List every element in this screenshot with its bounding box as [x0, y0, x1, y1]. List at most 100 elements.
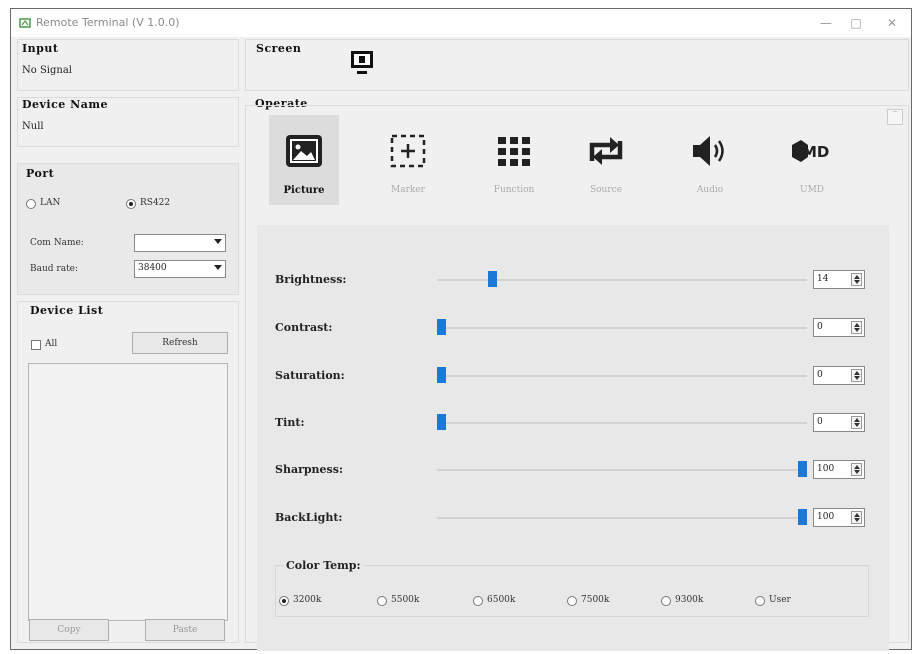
slider-thumb[interactable]: [798, 461, 807, 477]
device-name-value: Null: [22, 121, 44, 132]
color-temp-radio[interactable]: [661, 596, 671, 606]
slider-track[interactable]: [437, 422, 807, 424]
monitor-icon[interactable]: [350, 50, 374, 76]
color-temp-radio[interactable]: [279, 596, 289, 606]
input-group: Input No Signal: [17, 39, 239, 91]
device-name-group: Device Name Null: [17, 97, 239, 147]
refresh-button[interactable]: Refresh: [132, 332, 228, 354]
color-temp-label: 9300k: [675, 595, 704, 605]
tab-source[interactable]: Source: [571, 115, 641, 205]
baud-rate-label: Baud rate:: [30, 264, 79, 274]
slider-track[interactable]: [437, 375, 807, 377]
slider-label: Sharpness:: [275, 463, 343, 476]
color-temp-radio[interactable]: [473, 596, 483, 606]
spin-arrows-icon[interactable]: [851, 273, 862, 286]
slider-label: BackLight:: [275, 511, 343, 524]
value-spinbox[interactable]: 0: [813, 318, 865, 337]
color-temp-group: [275, 565, 869, 617]
chevron-down-icon: [214, 265, 222, 270]
slider-track[interactable]: [437, 327, 807, 329]
spinbox-value: 0: [817, 417, 823, 427]
tab-label: Marker: [391, 185, 425, 195]
all-label: All: [45, 339, 58, 349]
tab-label: Source: [589, 185, 623, 195]
device-list[interactable]: [28, 363, 228, 621]
title-bar: Remote Terminal (V 1.0.0) — □ ✕: [11, 9, 911, 37]
slider-thumb[interactable]: [487, 271, 497, 287]
spin-arrows-icon[interactable]: [851, 321, 862, 334]
umd-icon: MD: [792, 140, 829, 162]
color-temp-label: 5500k: [391, 595, 420, 605]
slider-label: Tint:: [275, 416, 305, 429]
color-temp-label: 6500k: [487, 595, 516, 605]
app-icon: [19, 18, 31, 28]
port-option-label: LAN: [40, 198, 61, 208]
input-value: No Signal: [22, 65, 72, 76]
function-icon: [498, 137, 530, 166]
tab-label: Audio: [696, 185, 724, 195]
paste-button[interactable]: Paste: [145, 619, 225, 641]
color-temp-label: 7500k: [581, 595, 610, 605]
value-spinbox[interactable]: 100: [813, 460, 865, 479]
spin-arrows-icon[interactable]: [851, 511, 862, 524]
picture-settings-panel: Brightness: 14 Contrast: 0 Saturation: 0 Tint:…: [257, 225, 889, 651]
slider-label: Saturation:: [275, 369, 345, 382]
tab-umd[interactable]: MD UMD: [777, 115, 847, 205]
svg-text:MD: MD: [802, 143, 829, 161]
maximize-button[interactable]: □: [841, 12, 871, 34]
marker-icon: [390, 134, 426, 168]
chevron-up-icon: ‾: [892, 111, 898, 121]
minimize-button[interactable]: —: [811, 12, 841, 34]
spin-arrows-icon[interactable]: [851, 463, 862, 476]
tab-function[interactable]: Function: [479, 115, 549, 205]
tab-marker[interactable]: Marker: [373, 115, 443, 205]
screen-group: Screen: [245, 39, 909, 91]
spinbox-value: 100: [817, 512, 835, 522]
value-spinbox[interactable]: 0: [813, 413, 865, 432]
spin-arrows-icon[interactable]: [851, 369, 862, 382]
tab-label: Function: [493, 185, 535, 195]
port-title: Port: [26, 167, 55, 180]
port-radio-lan[interactable]: [26, 199, 36, 209]
spin-arrows-icon[interactable]: [851, 416, 862, 429]
color-temp-radio[interactable]: [567, 596, 577, 606]
tab-label: UMD: [799, 185, 825, 195]
spinbox-value: 0: [817, 322, 823, 332]
scroll-up-button[interactable]: ‾: [887, 109, 903, 125]
slider-track[interactable]: [437, 469, 807, 471]
remote-terminal-window: Remote Terminal (V 1.0.0) — □ ✕ Input No…: [10, 8, 912, 651]
device-list-group: Device List All Refresh: [17, 301, 239, 643]
slider-label: Brightness:: [275, 273, 347, 286]
window-title: Remote Terminal (V 1.0.0): [36, 16, 180, 29]
slider-thumb[interactable]: [437, 367, 446, 383]
slider-thumb[interactable]: [437, 319, 446, 335]
com-name-label: Com Name:: [30, 238, 84, 248]
device-list-title: Device List: [30, 304, 104, 317]
color-temp-label: 3200k: [293, 595, 322, 605]
tab-picture[interactable]: Picture: [269, 115, 339, 205]
tab-audio[interactable]: Audio: [675, 115, 745, 205]
slider-track[interactable]: [437, 517, 807, 519]
port-group: Port LAN RS422 Com Name: Baud rate: 3840…: [17, 163, 239, 295]
spinbox-value: 100: [817, 464, 835, 474]
slider-label: Contrast:: [275, 321, 333, 334]
value-spinbox[interactable]: 100: [813, 508, 865, 527]
baud-rate-select[interactable]: 38400: [134, 260, 226, 278]
com-name-select[interactable]: [134, 234, 226, 252]
picture-icon: [286, 135, 322, 167]
slider-thumb[interactable]: [437, 414, 446, 430]
copy-button[interactable]: Copy: [29, 619, 109, 641]
spinbox-value: 14: [817, 274, 829, 284]
color-temp-radio[interactable]: [755, 596, 765, 606]
value-spinbox[interactable]: 14: [813, 270, 865, 289]
port-option-label: RS422: [140, 198, 171, 208]
color-temp-radio[interactable]: [377, 596, 387, 606]
all-checkbox[interactable]: [31, 340, 41, 350]
close-button[interactable]: ✕: [877, 12, 907, 34]
port-radio-rs422[interactable]: [126, 199, 136, 209]
slider-thumb[interactable]: [798, 509, 807, 525]
color-temp-label: User: [769, 595, 791, 605]
device-name-title: Device Name: [22, 98, 108, 111]
screen-title: Screen: [256, 42, 302, 55]
value-spinbox[interactable]: 0: [813, 366, 865, 385]
